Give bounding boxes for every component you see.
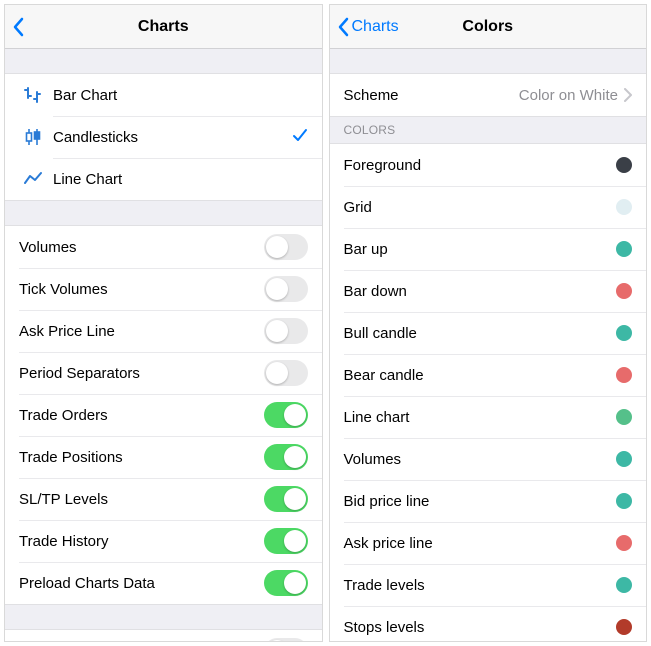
row-label: Period Separators <box>19 365 264 382</box>
row-label: Bar down <box>344 283 617 300</box>
chart-type-line[interactable]: Line Chart <box>5 158 322 200</box>
color-swatch <box>616 325 632 341</box>
toggle-row: Trade Orders <box>5 394 322 436</box>
row-label: Bar Chart <box>53 87 308 104</box>
colors-screen: Charts Colors Scheme Color on White Colo… <box>329 4 648 642</box>
toggle-row: Period Separators <box>5 352 322 394</box>
row-label: Bull candle <box>344 325 617 342</box>
candlesticks-icon <box>19 127 47 147</box>
chart-type-candlesticks[interactable]: Candlesticks <box>5 116 322 158</box>
bar-chart-icon <box>19 85 47 105</box>
color-swatch <box>616 409 632 425</box>
row-label: Trade levels <box>344 577 617 594</box>
row-label: Ask Price Line <box>19 323 264 340</box>
color-row[interactable]: Trade levels <box>330 564 647 606</box>
charts-content: Bar Chart Candlesticks Line Chart Volume… <box>5 49 322 641</box>
color-row[interactable]: Bull candle <box>330 312 647 354</box>
color-row[interactable]: Bid price line <box>330 480 647 522</box>
toggle[interactable] <box>264 638 308 641</box>
toggle[interactable] <box>264 318 308 344</box>
color-swatch <box>616 619 632 635</box>
row-label: SL/TP Levels <box>19 491 264 508</box>
charts-header: Charts <box>5 5 322 49</box>
back-button[interactable] <box>13 17 27 37</box>
row-label: Volumes <box>19 239 264 256</box>
toggle-row: SL/TP Levels <box>5 478 322 520</box>
color-row[interactable]: Bar up <box>330 228 647 270</box>
back-button[interactable]: Charts <box>338 17 399 37</box>
page-title: Colors <box>462 18 513 36</box>
check-icon <box>292 127 308 148</box>
color-swatch <box>616 367 632 383</box>
toggle[interactable] <box>264 360 308 386</box>
color-swatch <box>616 577 632 593</box>
scheme-row[interactable]: Scheme Color on White <box>330 74 647 116</box>
colors-list: Foreground Grid Bar up Bar down Bull candle B… <box>330 143 647 641</box>
color-swatch <box>616 451 632 467</box>
chevron-left-icon <box>338 17 350 37</box>
panel-options-list: OHLCData WindowOne Click TradingTrading … <box>5 629 322 641</box>
row-label: Stops levels <box>344 619 617 636</box>
chevron-right-icon <box>624 88 632 102</box>
row-label: Trade Orders <box>19 407 264 424</box>
color-row[interactable]: Ask price line <box>330 522 647 564</box>
row-label: Trade Positions <box>19 449 264 466</box>
row-label: Scheme <box>344 87 519 104</box>
toggle[interactable] <box>264 570 308 596</box>
scheme-value: Color on White <box>519 87 618 104</box>
toggle[interactable] <box>264 528 308 554</box>
chevron-left-icon <box>13 17 25 37</box>
toggle-row: Ask Price Line <box>5 310 322 352</box>
row-label: Foreground <box>344 157 617 174</box>
toggle[interactable] <box>264 402 308 428</box>
row-label: Grid <box>344 199 617 216</box>
row-label: Bar up <box>344 241 617 258</box>
chart-type-list: Bar Chart Candlesticks Line Chart <box>5 73 322 201</box>
color-swatch <box>616 157 632 173</box>
toggle[interactable] <box>264 486 308 512</box>
row-label: Ask price line <box>344 535 617 552</box>
page-title: Charts <box>138 18 189 36</box>
color-row[interactable]: Grid <box>330 186 647 228</box>
toggle-row: Preload Charts Data <box>5 562 322 604</box>
row-label: Volumes <box>344 451 617 468</box>
color-row[interactable]: Bar down <box>330 270 647 312</box>
row-label: Bear candle <box>344 367 617 384</box>
color-swatch <box>616 493 632 509</box>
color-row[interactable]: Foreground <box>330 144 647 186</box>
color-row[interactable]: Volumes <box>330 438 647 480</box>
color-swatch <box>616 241 632 257</box>
toggle-row: Tick Volumes <box>5 268 322 310</box>
scheme-list: Scheme Color on White <box>330 73 647 117</box>
charts-screen: Charts Bar Chart Candlesticks <box>4 4 323 642</box>
color-swatch <box>616 199 632 215</box>
toggle[interactable] <box>264 234 308 260</box>
colors-header: Charts Colors <box>330 5 647 49</box>
display-options-list: Volumes Tick Volumes Ask Price Line Period … <box>5 225 322 605</box>
color-swatch <box>616 535 632 551</box>
colors-content: Scheme Color on White Colors Foreground G… <box>330 49 647 641</box>
color-swatch <box>616 283 632 299</box>
toggle-row: Trade History <box>5 520 322 562</box>
row-label: Preload Charts Data <box>19 575 264 592</box>
toggle-row: OHLC <box>5 630 322 641</box>
toggle-row: Trade Positions <box>5 436 322 478</box>
toggle[interactable] <box>264 276 308 302</box>
color-row[interactable]: Line chart <box>330 396 647 438</box>
color-row[interactable]: Stops levels <box>330 606 647 641</box>
row-label: Candlesticks <box>53 129 292 146</box>
row-label: Trade History <box>19 533 264 550</box>
row-label: Line Chart <box>53 171 308 188</box>
color-row[interactable]: Bear candle <box>330 354 647 396</box>
row-label: Line chart <box>344 409 617 426</box>
colors-section-header: Colors <box>330 117 647 143</box>
row-label: Tick Volumes <box>19 281 264 298</box>
toggle[interactable] <box>264 444 308 470</box>
chart-type-bar[interactable]: Bar Chart <box>5 74 322 116</box>
back-label: Charts <box>352 18 399 36</box>
toggle-row: Volumes <box>5 226 322 268</box>
row-label: Bid price line <box>344 493 617 510</box>
line-chart-icon <box>19 169 47 189</box>
